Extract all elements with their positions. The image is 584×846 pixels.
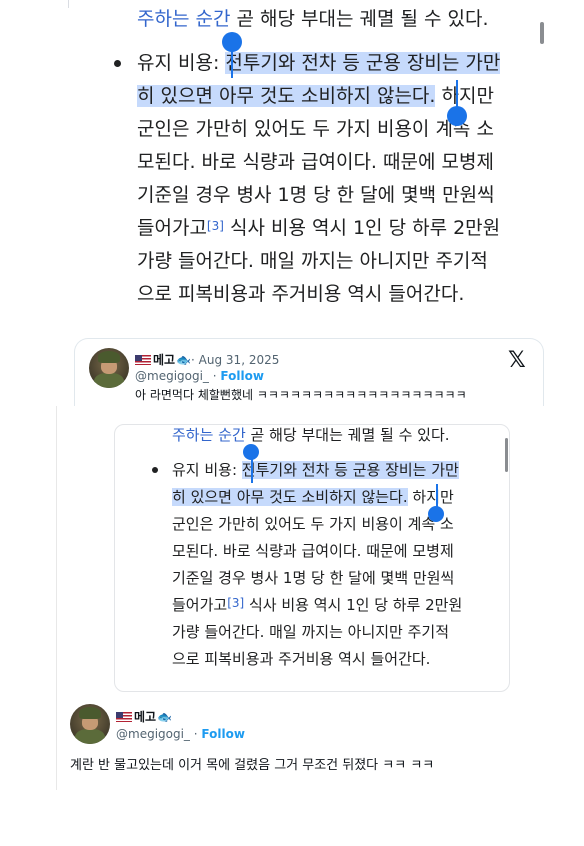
fish-icon: 🐟 <box>176 353 192 367</box>
wiki-text: 식사 비용 역시 1인 당 하루 2만원 <box>244 596 463 614</box>
selection-start-handle[interactable] <box>243 444 259 460</box>
wiki-text: 들어가고 <box>137 217 207 239</box>
wiki-text: 곧 해당 부대는 궤멸 될 수 있다. <box>245 426 450 444</box>
wiki-row: 유지 비용: 전투기와 전차 등 군용 장비는 가만 <box>172 457 512 484</box>
selection-end-handle[interactable] <box>447 106 467 126</box>
follow-button[interactable]: Follow <box>201 727 245 741</box>
tweet-date[interactable]: · Aug 31, 2025 <box>191 353 279 367</box>
selected-text[interactable]: 전투기와 전차 등 군용 장비는 가만 <box>225 52 501 74</box>
wiki-row: 으로 피복비용과 주거비용 역시 들어간다. <box>137 283 465 305</box>
wiki-row: 가량 들어간다. 매일 까지는 아니지만 주기적 <box>137 250 488 272</box>
x-logo-icon[interactable]: 𝕏 <box>508 348 526 373</box>
wiki-row: 군인은 가만히 있어도 두 가지 비용이 계속 소 <box>172 515 454 533</box>
wiki-row: 히 있으면 아무 것도 소비하지 않는다. 하지만 <box>172 484 512 511</box>
wiki-row: 군인은 가만히 있어도 두 가지 비용이 계속 소 <box>137 118 494 140</box>
display-name[interactable]: 메고 <box>134 710 156 724</box>
wiki-text: 하지만 <box>407 488 454 506</box>
us-flag-icon <box>116 712 132 722</box>
tweet-author-line: 메고🐟· Aug 31, 2025 <box>135 351 279 368</box>
tweet-handle-line: @megigogi_ · Follow <box>116 727 245 741</box>
wiki-text: 들어가고 <box>172 596 228 614</box>
avatar[interactable] <box>70 704 110 744</box>
wiki-text: 곧 해당 부대는 궤멸 될 수 있다. <box>230 8 489 30</box>
us-flag-icon <box>135 355 151 365</box>
bullet-label: 유지 비용: <box>137 52 226 74</box>
wiki-row: 유지 비용: 전투기와 전차 등 군용 장비는 가만 <box>137 47 557 80</box>
wiki-row: 모된다. 바로 식량과 급여이다. 때문에 모병제 <box>137 151 494 173</box>
wiki-text: 하지만 <box>435 85 494 107</box>
wiki-text: 식사 비용 역시 1인 당 하루 2만원 <box>223 217 501 239</box>
follow-button[interactable]: Follow <box>220 369 264 383</box>
divider <box>68 0 69 8</box>
selection-start-handle[interactable] <box>222 32 242 52</box>
separator: · <box>189 727 202 741</box>
wiki-link[interactable]: 주하는 순간 <box>172 426 246 444</box>
bullet-icon <box>114 60 121 67</box>
scrollbar[interactable] <box>540 22 544 44</box>
tweet-author-line: 메고🐟 <box>116 708 172 725</box>
tweet-handle-line: @megigogi_ · Follow <box>135 369 264 383</box>
wiki-row: 히 있으면 아무 것도 소비하지 않는다. 하지만 <box>137 80 557 113</box>
wiki-screenshot-top: 주하는 순간 곧 해당 부대는 궤멸 될 수 있다. 유지 비용: 전투기와 전… <box>0 0 584 330</box>
wiki-row: 들어가고[3] 식사 비용 역시 1인 당 하루 2만원 <box>172 592 512 619</box>
tweet-text: 아 라면먹다 체할뻔했네 ㅋㅋㅋㅋㅋㅋㅋㅋㅋㅋㅋㅋㅋㅋㅋㅋㅋㅋㅋ <box>135 388 467 402</box>
wiki-row: 기준일 경우 병사 1명 당 한 달에 몇백 만원씩 <box>172 569 455 587</box>
separator: · <box>208 369 221 383</box>
bullet-icon <box>152 467 158 473</box>
avatar[interactable] <box>89 348 129 388</box>
wiki-line-1: 주하는 순간 곧 해당 부대는 궤멸 될 수 있다. <box>172 424 450 446</box>
tweet-text: 계란 반 물고있는데 이거 목에 걸렸음 그거 무조건 뒤졌다 ㅋㅋ ㅋㅋ <box>70 758 435 773</box>
selected-text[interactable]: 히 있으면 아무 것도 소비하지 않는다. <box>137 85 436 107</box>
wiki-paragraph: 유지 비용: 전투기와 전차 등 군용 장비는 가만 히 있으면 아무 것도 소… <box>172 457 512 673</box>
wiki-line-1: 주하는 순간 곧 해당 부대는 궤멸 될 수 있다. <box>137 6 489 32</box>
wiki-row: 가량 들어간다. 매일 까지는 아니지만 주기적 <box>172 623 450 641</box>
selected-text[interactable]: 전투기와 전차 등 군용 장비는 가만 <box>241 461 459 479</box>
user-handle[interactable]: @megigogi_ <box>135 369 209 383</box>
reference-link[interactable]: [3] <box>227 596 244 610</box>
wiki-link[interactable]: 주하는 순간 <box>137 8 230 30</box>
wiki-row: 모된다. 바로 식량과 급여이다. 때문에 모병제 <box>172 542 454 560</box>
selected-text[interactable]: 히 있으면 아무 것도 소비하지 않는다. <box>172 488 408 506</box>
wiki-paragraph: 유지 비용: 전투기와 전차 등 군용 장비는 가만 히 있으면 아무 것도 소… <box>137 47 557 311</box>
wiki-row: 들어가고[3] 식사 비용 역시 1인 당 하루 2만원 <box>137 212 557 245</box>
wiki-row: 기준일 경우 병사 1명 당 한 달에 몇백 만원씩 <box>137 184 495 206</box>
display-name[interactable]: 메고 <box>153 353 175 367</box>
selection-caret-start <box>251 459 253 483</box>
user-handle[interactable]: @megigogi_ <box>116 727 190 741</box>
fish-icon: 🐟 <box>157 710 173 724</box>
wiki-row: 으로 피복비용과 주거비용 역시 들어간다. <box>172 650 431 668</box>
selection-end-handle[interactable] <box>428 506 444 522</box>
selection-caret-start <box>231 50 233 78</box>
bullet-label: 유지 비용: <box>172 461 242 479</box>
reference-link[interactable]: [3] <box>207 219 224 233</box>
